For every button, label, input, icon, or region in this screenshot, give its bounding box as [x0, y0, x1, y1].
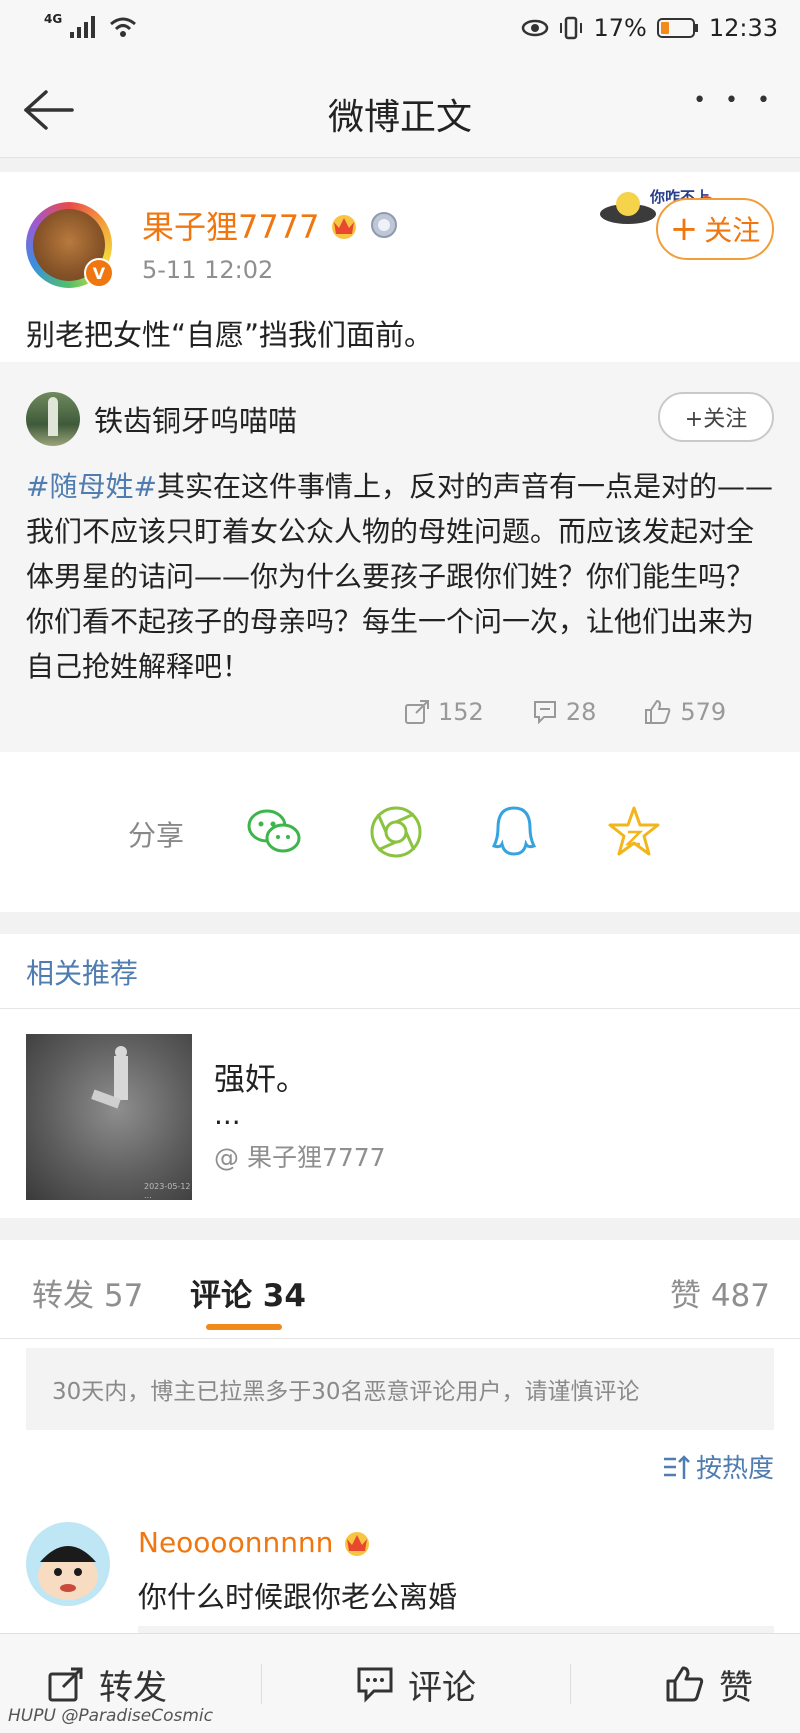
repost-button-label: 转发 [99, 1667, 167, 1708]
wifi-icon [110, 17, 137, 37]
post-card: V 果子狸7777 5-11 12:02 你咋不上 + 关注 别老把女性“自愿”… [0, 172, 800, 362]
watermark: HUPU @ParadiseCosmic [8, 1706, 213, 1726]
repost-author-name[interactable]: 铁齿铜牙呜喵喵 [94, 398, 297, 440]
repost-count-value: 152 [438, 698, 484, 726]
repost-text: #随母姓#其实在这件事情上，反对的声音有一点是对的——我们不应该只盯着女公众人物… [26, 464, 776, 689]
page-title: 微博正文 [327, 97, 472, 138]
network-type: 4G [44, 12, 63, 26]
like-button[interactable]: 赞 [665, 1660, 753, 1709]
comment-count-value: 28 [565, 698, 597, 726]
active-tab-indicator [206, 1324, 282, 1330]
follow-label: 关注 [704, 214, 761, 247]
related-section: 相关推荐 2023-05-12 ... 强奸。 ... @ 果子狸7777 [0, 934, 800, 1218]
repost-stats: 152 28 579 [404, 698, 726, 726]
divider [570, 1664, 571, 1704]
sort-label: 按热度 [695, 1454, 774, 1484]
plus-icon: + [669, 209, 699, 249]
qq-icon[interactable] [486, 804, 542, 860]
repost-count[interactable]: 152 [404, 698, 484, 726]
related-author: @ 果子狸7777 [214, 1143, 386, 1172]
tab-repost[interactable]: 转发 57 [32, 1270, 143, 1315]
sort-toggle[interactable]: 按热度 [662, 1448, 774, 1485]
repost-icon [405, 700, 429, 724]
eye-icon [522, 19, 549, 37]
status-bar: 4G 17% 12:33 [0, 0, 800, 60]
repost-author-avatar[interactable] [26, 392, 80, 446]
avatar-figure-icon [48, 397, 58, 436]
comment-notice: 30天内，博主已拉黑多于30名恶意评论用户，请谨慎评论 [26, 1348, 774, 1430]
vip-crown-icon [345, 1531, 370, 1556]
comment-text: 你什么时候跟你老公离婚 [138, 1580, 458, 1614]
author-row: 果子狸7777 [142, 202, 399, 248]
commenter-avatar[interactable] [26, 1522, 110, 1606]
cartoon-avatar-icon [38, 1546, 98, 1600]
vibrate-icon [560, 16, 583, 40]
tab-comment[interactable]: 评论 34 [190, 1270, 306, 1315]
comment-button[interactable]: 评论 [356, 1660, 476, 1709]
commenter-row: Neoooonnnnn [138, 1526, 373, 1559]
hashtag-link[interactable]: #随母姓# [26, 470, 157, 503]
nav-bar: 微博正文 • • • [0, 60, 800, 158]
divider [261, 1664, 262, 1704]
original-post[interactable]: 铁齿铜牙呜喵喵 +关注 #随母姓#其实在这件事情上，反对的声音有一点是对的——我… [0, 362, 800, 752]
thumbnail-caption: 2023-05-12 ... [144, 1182, 191, 1200]
comment-icon [533, 701, 556, 725]
comment-icon [357, 1667, 393, 1703]
divider [0, 1338, 800, 1339]
thumbnail-figures [91, 1046, 128, 1109]
moments-icon[interactable] [368, 804, 424, 860]
thumbs-up-icon [645, 699, 671, 724]
related-thumbnail: 2023-05-12 ... [26, 1034, 192, 1200]
signal-icon [70, 16, 96, 38]
battery-percent: 17% [593, 14, 647, 42]
bottom-action-bar: 转发 评论 赞 HUPU @ParadiseCosmic [0, 1633, 800, 1733]
comment-count[interactable]: 28 [532, 698, 597, 726]
repost-follow-button[interactable]: +关注 [658, 392, 774, 442]
like-count-value: 579 [680, 698, 727, 726]
share-bar: 分享 [0, 752, 800, 912]
share-label: 分享 [128, 819, 185, 852]
sort-icon [663, 1454, 690, 1479]
thumbs-up-icon [666, 1666, 704, 1702]
favorite-star-icon[interactable] [606, 804, 662, 860]
status-right: 17% 12:33 [521, 14, 778, 42]
divider [0, 1008, 800, 1009]
like-count[interactable]: 579 [644, 698, 726, 726]
verified-badge-icon: V [84, 258, 114, 288]
more-menu-button[interactable]: • • • [693, 88, 776, 113]
wechat-icon[interactable] [246, 804, 302, 860]
post-text: 别老把女性“自愿”挡我们面前。 [26, 318, 434, 352]
related-item[interactable]: 2023-05-12 ... 强奸。 ... @ 果子狸7777 [0, 1034, 800, 1204]
repost-icon [48, 1667, 83, 1702]
signal-group: 4G [44, 12, 138, 40]
vip-crown-icon [332, 215, 357, 239]
related-ellipsis: ... [214, 1098, 241, 1131]
commenter-name[interactable]: Neoooonnnnn [138, 1526, 333, 1559]
post-time: 5-11 12:02 [142, 256, 274, 284]
related-header: 相关推荐 [26, 957, 139, 990]
battery-icon [656, 18, 698, 38]
comment-button-label: 评论 [408, 1667, 476, 1708]
clock: 12:33 [708, 14, 778, 42]
follow-button[interactable]: + 关注 [656, 198, 774, 260]
repost-button[interactable]: 转发 [47, 1660, 167, 1709]
like-button-label: 赞 [719, 1667, 753, 1708]
medal-icon [371, 212, 398, 238]
related-title: 强奸。 [214, 1062, 307, 1098]
tab-like[interactable]: 赞 487 [670, 1270, 770, 1315]
author-name[interactable]: 果子狸7777 [142, 202, 319, 248]
